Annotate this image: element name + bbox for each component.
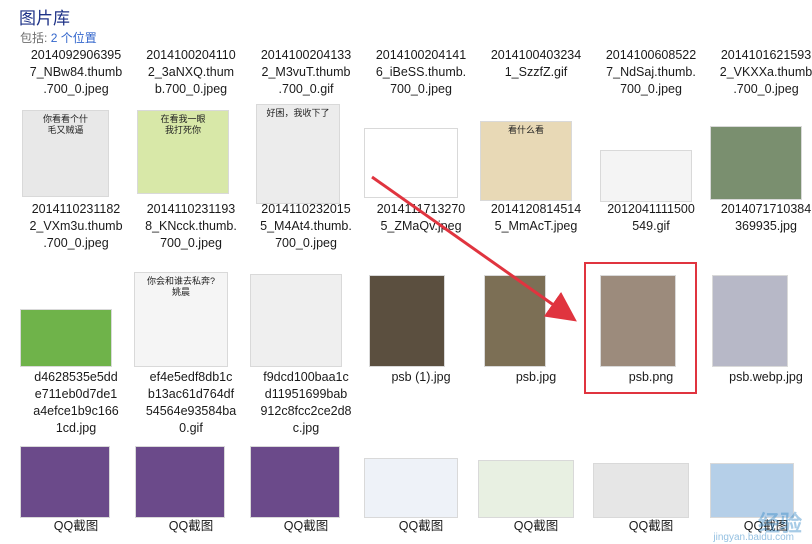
watermark-url: jingyan.baidu.com bbox=[713, 532, 794, 543]
red-arrow-annotation bbox=[371, 175, 577, 322]
